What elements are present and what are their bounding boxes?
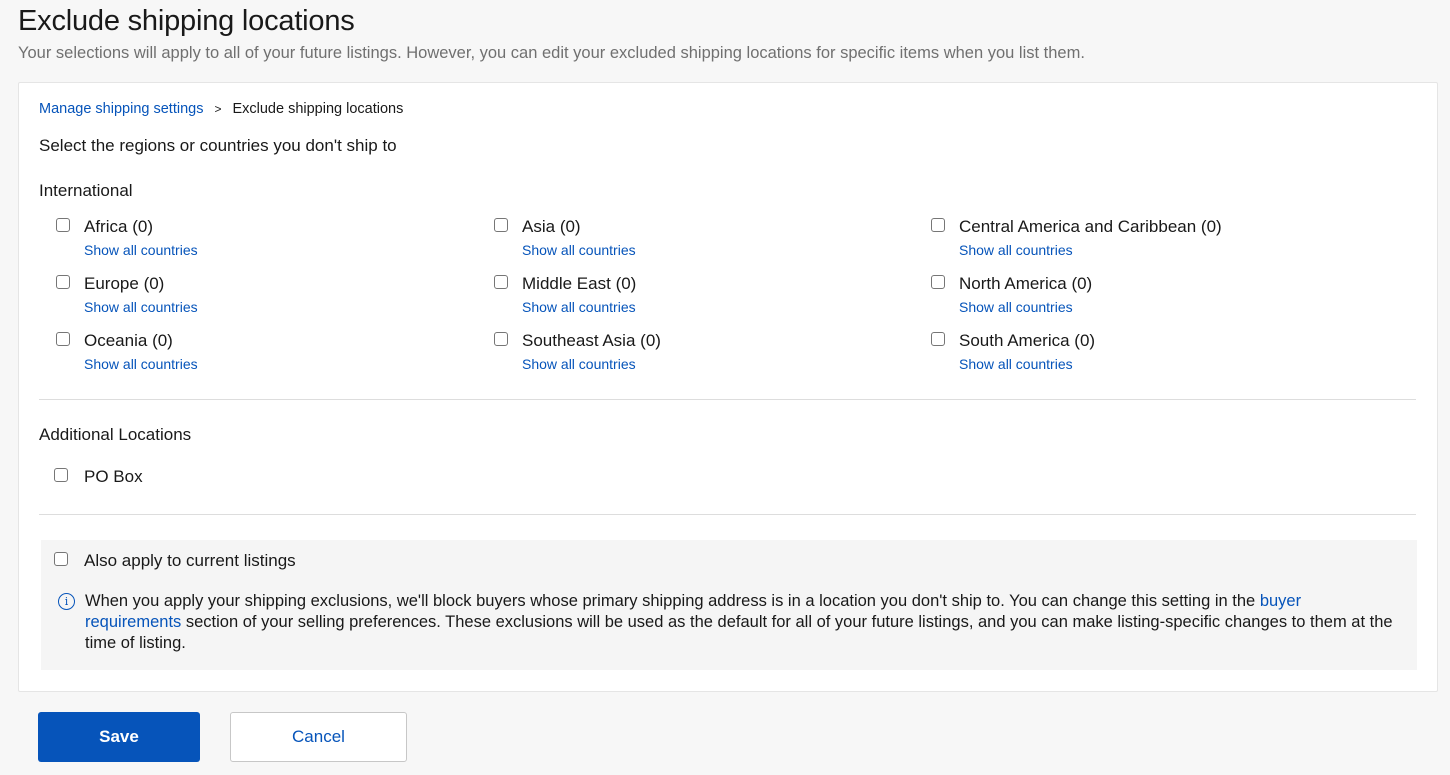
divider: [39, 514, 1416, 515]
show-all-countries-link[interactable]: Show all countries: [522, 242, 636, 258]
divider: [39, 399, 1416, 400]
region-checkbox[interactable]: [56, 275, 70, 289]
region-label: Middle East (0): [522, 274, 637, 293]
info-icon: i: [58, 593, 75, 610]
show-all-countries-link[interactable]: Show all countries: [84, 242, 198, 258]
apply-current-listings-label: Also apply to current listings: [84, 551, 296, 570]
show-all-countries-link[interactable]: Show all countries: [84, 299, 198, 315]
page-title: Exclude shipping locations: [18, 5, 355, 37]
breadcrumb-separator: >: [214, 102, 222, 116]
additional-locations-heading: Additional Locations: [39, 425, 192, 444]
cancel-button[interactable]: Cancel: [230, 712, 407, 762]
breadcrumb-current: Exclude shipping locations: [232, 101, 404, 117]
region-label: Europe (0): [84, 274, 165, 293]
show-all-countries-link[interactable]: Show all countries: [959, 356, 1073, 372]
region-checkbox[interactable]: [931, 218, 945, 232]
region-checkbox[interactable]: [56, 332, 70, 346]
region-checkbox[interactable]: [931, 275, 945, 289]
region-label: Southeast Asia (0): [522, 331, 661, 350]
show-all-countries-link[interactable]: Show all countries: [84, 356, 198, 372]
region-checkbox[interactable]: [494, 332, 508, 346]
breadcrumb: Manage shipping settings > Exclude shipp…: [39, 101, 403, 117]
page-subtitle: Your selections will apply to all of you…: [18, 44, 1085, 62]
show-all-countries-link[interactable]: Show all countries: [959, 299, 1073, 315]
region-label: Asia (0): [522, 217, 581, 236]
region-label: North America (0): [959, 274, 1093, 293]
instructions-text: Select the regions or countries you don'…: [39, 136, 397, 155]
region-checkbox[interactable]: [494, 275, 508, 289]
international-heading: International: [39, 181, 133, 200]
region-label: Oceania (0): [84, 331, 173, 350]
region-checkbox[interactable]: [56, 218, 70, 232]
region-checkbox[interactable]: [931, 332, 945, 346]
region-label: Central America and Caribbean (0): [959, 217, 1222, 236]
po-box-label: PO Box: [84, 467, 143, 486]
po-box-checkbox[interactable]: [54, 468, 68, 482]
show-all-countries-link[interactable]: Show all countries: [522, 356, 636, 372]
show-all-countries-link[interactable]: Show all countries: [522, 299, 636, 315]
save-button[interactable]: Save: [38, 712, 200, 762]
info-message: When you apply your shipping exclusions,…: [85, 592, 1393, 652]
apply-current-listings-checkbox[interactable]: [54, 552, 68, 566]
show-all-countries-link[interactable]: Show all countries: [959, 242, 1073, 258]
region-checkbox[interactable]: [494, 218, 508, 232]
breadcrumb-manage-shipping-settings[interactable]: Manage shipping settings: [39, 101, 203, 117]
settings-card: Manage shipping settings > Exclude shipp…: [18, 82, 1438, 692]
region-label: South America (0): [959, 331, 1096, 350]
apply-current-listings-panel: Also apply to current listings i When yo…: [41, 540, 1417, 670]
region-label: Africa (0): [84, 217, 153, 236]
